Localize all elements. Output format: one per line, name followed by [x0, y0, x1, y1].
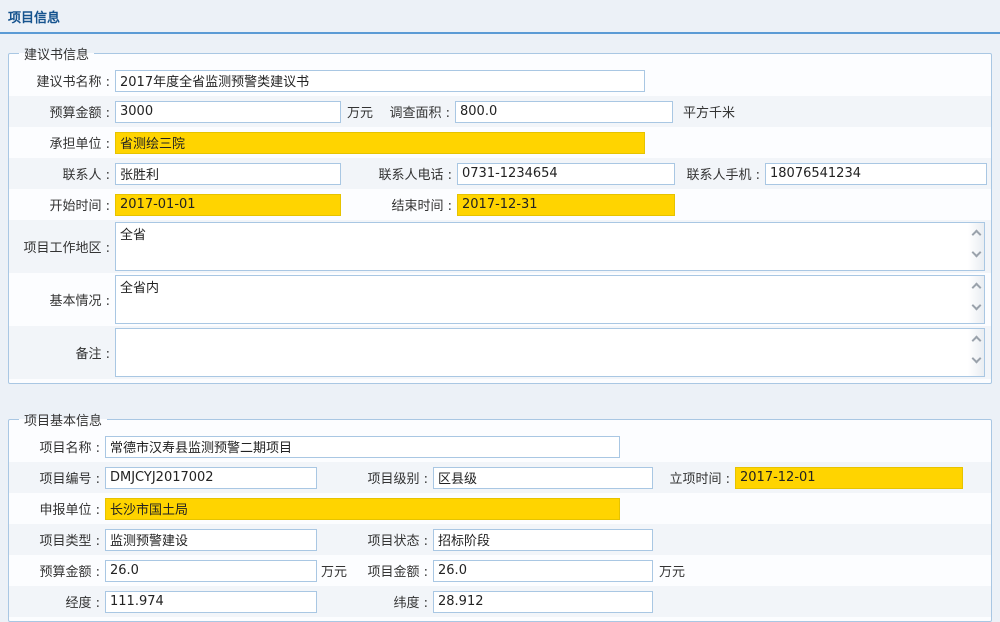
project-code-row: 项目编号 : 项目级别 : 立项时间 :: [9, 462, 991, 493]
project-section-legend: 项目基本信息: [19, 410, 107, 429]
contact-phone-label: 联系人电话 :: [341, 164, 457, 183]
basic-info-row: 基本情况 : 全省内: [9, 273, 991, 326]
survey-area-input[interactable]: [455, 101, 673, 123]
end-date-input[interactable]: [457, 194, 675, 216]
project-amount-input[interactable]: [433, 560, 653, 582]
project-code-label: 项目编号 :: [9, 468, 105, 487]
project-budget-unit-label: 万元: [321, 561, 347, 580]
project-amount-unit-label: 万元: [659, 561, 685, 580]
coordinates-row: 经度 : 纬度 :: [9, 586, 991, 617]
dates-row: 开始时间 : 结束时间 :: [9, 189, 991, 220]
contact-phone-input[interactable]: [457, 163, 675, 185]
project-budget-input[interactable]: [105, 560, 317, 582]
project-info-page: 项目信息 建议书信息 建议书名称 : 预算金额 : 万元 调查面积 : 平方千米…: [0, 0, 1000, 622]
project-basic-info-section: 项目基本信息 项目名称 : 项目编号 : 项目级别 : 立项时间 : 申报单位 …: [8, 410, 992, 622]
scroll-down-icon[interactable]: [971, 354, 981, 364]
project-status-label: 项目状态 :: [317, 530, 433, 549]
approval-date-input[interactable]: [735, 467, 963, 489]
latitude-label: 纬度 :: [317, 592, 433, 611]
scroll-down-icon[interactable]: [971, 248, 981, 258]
scroll-up-icon[interactable]: [971, 336, 981, 346]
proposal-budget-row: 预算金额 : 万元 调查面积 : 平方千米: [9, 96, 991, 127]
remark-label: 备注 :: [9, 326, 115, 379]
textarea-scrollbar[interactable]: [968, 223, 984, 270]
basic-info-label: 基本情况 :: [9, 273, 115, 326]
project-code-input[interactable]: [105, 467, 317, 489]
approval-date-label: 立项时间 :: [653, 468, 735, 487]
project-name-row: 项目名称 :: [9, 431, 991, 462]
project-name-label: 项目名称 :: [9, 437, 105, 456]
basic-info-field: 全省内: [115, 275, 985, 324]
project-type-input[interactable]: [105, 529, 317, 551]
undertaker-label: 承担单位 :: [9, 133, 115, 152]
contact-mobile-label: 联系人手机 :: [675, 164, 765, 183]
contact-input[interactable]: [115, 163, 341, 185]
proposal-budget-label: 预算金额 :: [9, 102, 115, 121]
proposal-budget-input[interactable]: [115, 101, 341, 123]
work-area-field: 全省: [115, 222, 985, 271]
scroll-up-icon[interactable]: [971, 230, 981, 240]
page-title: 项目信息: [0, 0, 1000, 34]
undertaker-input[interactable]: [115, 132, 645, 154]
basic-info-textarea[interactable]: 全省内: [115, 275, 985, 324]
survey-area-label: 调查面积 :: [373, 102, 455, 121]
contact-row: 联系人 : 联系人电话 : 联系人手机 :: [9, 158, 991, 189]
project-type-label: 项目类型 :: [9, 530, 105, 549]
remark-row: 备注 :: [9, 326, 991, 379]
end-date-label: 结束时间 :: [341, 195, 457, 214]
longitude-input[interactable]: [105, 591, 317, 613]
scroll-down-icon[interactable]: [971, 301, 981, 311]
work-area-label: 项目工作地区 :: [9, 220, 115, 273]
declare-unit-row: 申报单位 :: [9, 493, 991, 524]
proposal-section-legend: 建议书信息: [19, 44, 94, 63]
longitude-label: 经度 :: [9, 592, 105, 611]
work-area-row: 项目工作地区 : 全省: [9, 220, 991, 273]
declare-unit-input[interactable]: [105, 498, 620, 520]
project-type-row: 项目类型 : 项目状态 :: [9, 524, 991, 555]
budget-unit-label: 万元: [347, 102, 373, 121]
project-level-label: 项目级别 :: [317, 468, 433, 487]
start-date-label: 开始时间 :: [9, 195, 115, 214]
project-level-input[interactable]: [433, 467, 653, 489]
proposal-info-section: 建议书信息 建议书名称 : 预算金额 : 万元 调查面积 : 平方千米 承担单位…: [8, 44, 992, 384]
undertaker-row: 承担单位 :: [9, 127, 991, 158]
proposal-name-row: 建议书名称 :: [9, 65, 991, 96]
textarea-scrollbar[interactable]: [968, 329, 984, 376]
declare-unit-label: 申报单位 :: [9, 499, 105, 518]
textarea-scrollbar[interactable]: [968, 276, 984, 323]
contact-label: 联系人 :: [9, 164, 115, 183]
remark-textarea[interactable]: [115, 328, 985, 377]
remark-field: [115, 328, 985, 377]
project-name-input[interactable]: [105, 436, 620, 458]
scroll-up-icon[interactable]: [971, 283, 981, 293]
latitude-input[interactable]: [433, 591, 653, 613]
project-status-input[interactable]: [433, 529, 653, 551]
start-date-input[interactable]: [115, 194, 341, 216]
proposal-name-input[interactable]: [115, 70, 645, 92]
contact-mobile-input[interactable]: [765, 163, 987, 185]
work-area-textarea[interactable]: 全省: [115, 222, 985, 271]
survey-area-unit-label: 平方千米: [683, 102, 735, 121]
proposal-name-label: 建议书名称 :: [9, 71, 115, 90]
project-amount-label: 项目金额 :: [347, 561, 433, 580]
project-budget-row: 预算金额 : 万元 项目金额 : 万元: [9, 555, 991, 586]
project-budget-label: 预算金额 :: [9, 561, 105, 580]
